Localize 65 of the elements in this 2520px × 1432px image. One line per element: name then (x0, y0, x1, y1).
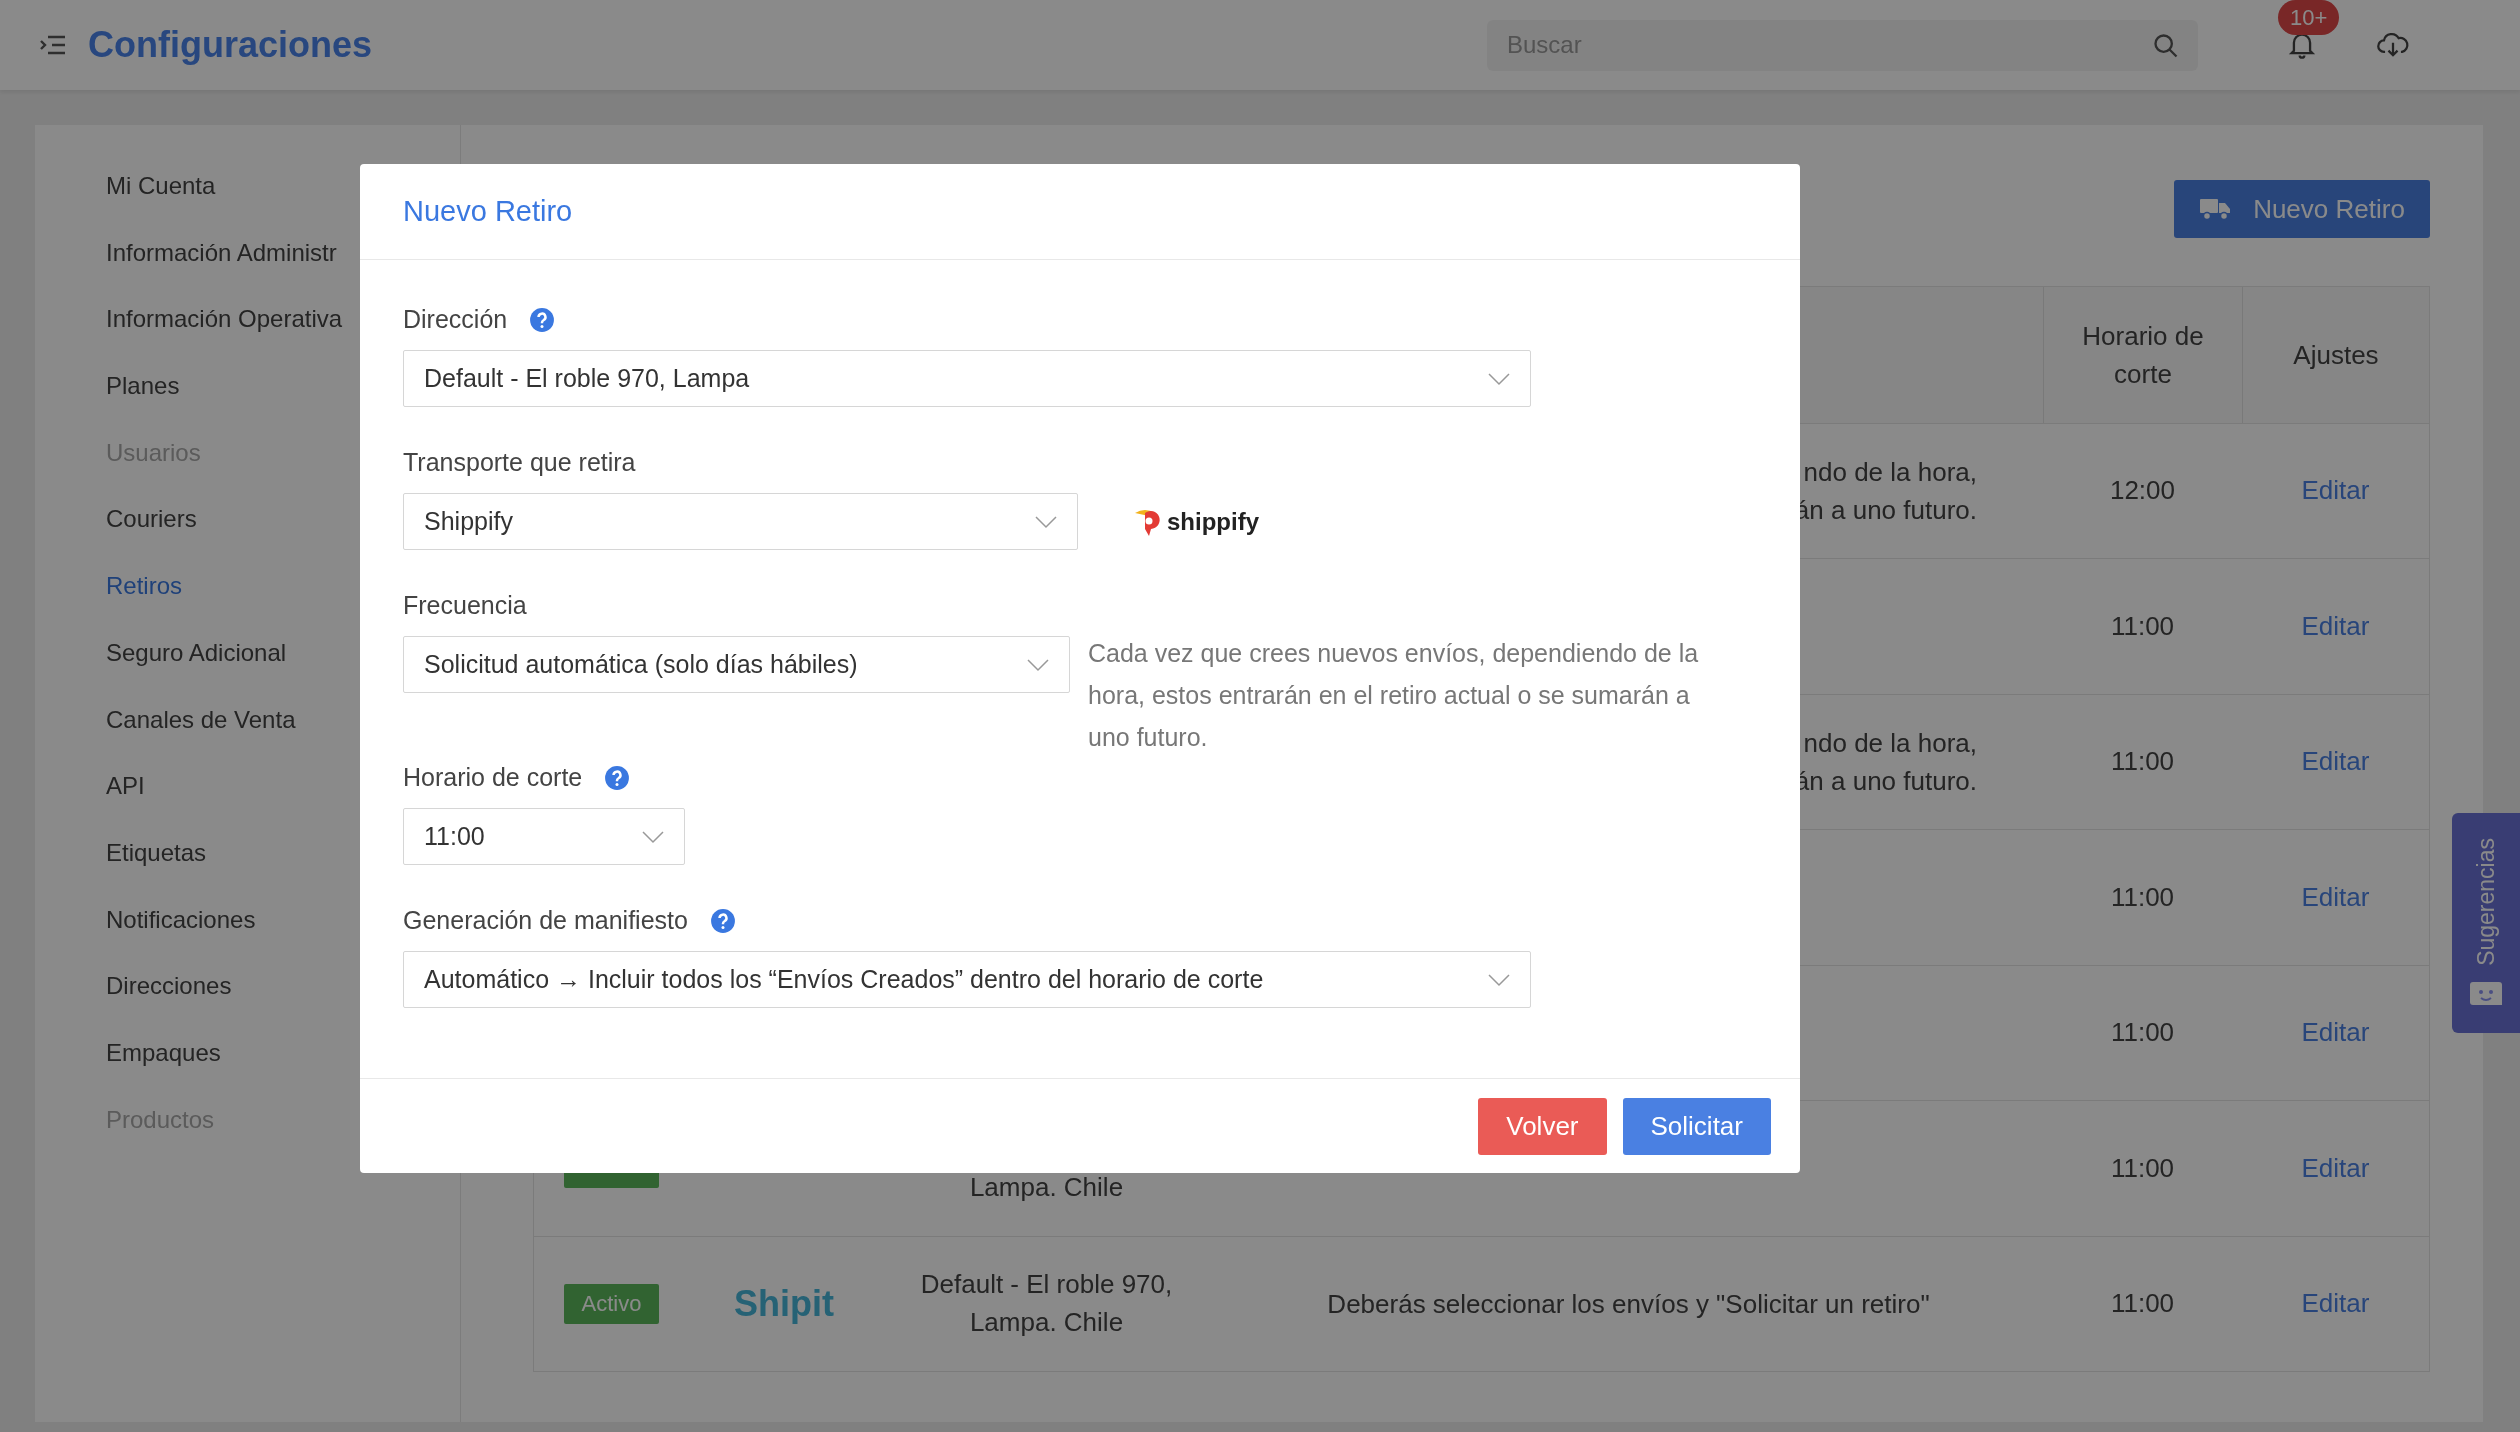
new-pickup-button[interactable]: Nuevo Retiro (2174, 180, 2430, 238)
help-icon[interactable] (709, 908, 736, 934)
sidebar-item[interactable]: Notificaciones (106, 886, 256, 954)
cutoff-time: 11:00 (2110, 1287, 2175, 1321)
cutoff-time: 11:00 (2110, 745, 2175, 779)
modal-title: Nuevo Retiro (403, 193, 573, 229)
edit-link[interactable]: Editar (2301, 742, 2370, 782)
field-label: Transporte que retira (403, 447, 636, 479)
sidebar-item[interactable]: Canales de Venta (106, 686, 296, 754)
cutoff-time: 11:00 (2110, 880, 2175, 914)
cutoff-time: 11:00 (2110, 609, 2175, 643)
sidebar-item[interactable]: Información Administr (106, 219, 337, 287)
courier-logo: shippify (1133, 503, 1259, 540)
chevron-icon (1488, 371, 1510, 386)
chevron-icon (1027, 657, 1049, 672)
dropdown[interactable]: Default - El roble 970, Lampa (403, 350, 1531, 407)
dropdown[interactable]: Automático → Incluir todos los “Envíos Creados” dentro del horario de corte (403, 951, 1531, 1008)
courier-logo: Shipit (734, 1281, 834, 1326)
dropdown[interactable]: Shippify (403, 493, 1078, 550)
dropdown[interactable]: 11:00 (403, 808, 685, 865)
back-button[interactable]: Volver (1478, 1097, 1607, 1155)
field-label: Generación de manifiesto (403, 905, 688, 937)
sidebar-item[interactable]: Couriers (106, 486, 197, 554)
status-badge: Activo (564, 1283, 659, 1324)
chevron-icon (642, 829, 664, 844)
sidebar-item[interactable]: Planes (106, 353, 180, 420)
cutoff-time: 12:00 (2109, 474, 2176, 508)
sidebar-item[interactable]: Información Operativa (106, 286, 343, 354)
edit-link[interactable]: Editar (2301, 471, 2370, 511)
field-label: Dirección (403, 304, 508, 336)
chat-icon (2469, 979, 2503, 1008)
sidebar-item[interactable]: Direcciones (106, 953, 232, 1020)
sidebar-item[interactable]: Etiquetas (106, 819, 207, 887)
address-text: Lampa. Chile (968, 1170, 1125, 1204)
help-text: Cada vez que crees nuevos envíos, dependiendo de la hora, estos entrarán en el retiro actual o se sumarán a uno futuro. (1088, 638, 1700, 753)
address-text: Default - El roble 970, Lampa. Chile (919, 1268, 1174, 1339)
help-icon[interactable] (604, 765, 631, 791)
menu-icon[interactable] (40, 34, 66, 56)
dropdown[interactable]: Solicitud automática (solo días hábiles) (403, 636, 1070, 693)
sidebar-item[interactable]: API (106, 753, 145, 820)
field-label: Horario de corte (403, 762, 583, 794)
sidebar-item[interactable]: Seguro Adicional (106, 619, 287, 687)
column-header: Ajustes (2292, 338, 2380, 372)
sidebar-item[interactable]: Empaques (106, 1019, 221, 1087)
feedback-tab[interactable]: Sugerencias (2452, 813, 2520, 1033)
chevron-icon (1035, 514, 1057, 529)
edit-link[interactable]: Editar (2301, 1284, 2370, 1324)
search-icon[interactable] (2152, 31, 2180, 60)
chevron-icon (1488, 972, 1510, 987)
description-text: Deberás seleccionar los envíos y "Solicitar un retiro" (1327, 1287, 1930, 1321)
submit-button[interactable]: Solicitar (1622, 1097, 1771, 1155)
truck-icon (2199, 197, 2232, 221)
page-title: Configuraciones (88, 23, 373, 67)
cutoff-time: 11:00 (2110, 1151, 2175, 1185)
edit-link[interactable]: Editar (2301, 877, 2370, 917)
notification-count: 10+ (2278, 0, 2340, 35)
sidebar-item[interactable]: Retiros (106, 553, 183, 620)
column-header: Horario de corte (2081, 319, 2205, 391)
field-label: Frecuencia (403, 590, 527, 622)
help-icon[interactable] (529, 307, 556, 333)
cutoff-time: 11:00 (2110, 1016, 2175, 1050)
edit-link[interactable]: Editar (2301, 606, 2370, 646)
sidebar-item[interactable]: Mi Cuenta (106, 153, 216, 220)
edit-link[interactable]: Editar (2301, 1013, 2370, 1053)
edit-link[interactable]: Editar (2301, 1148, 2370, 1188)
